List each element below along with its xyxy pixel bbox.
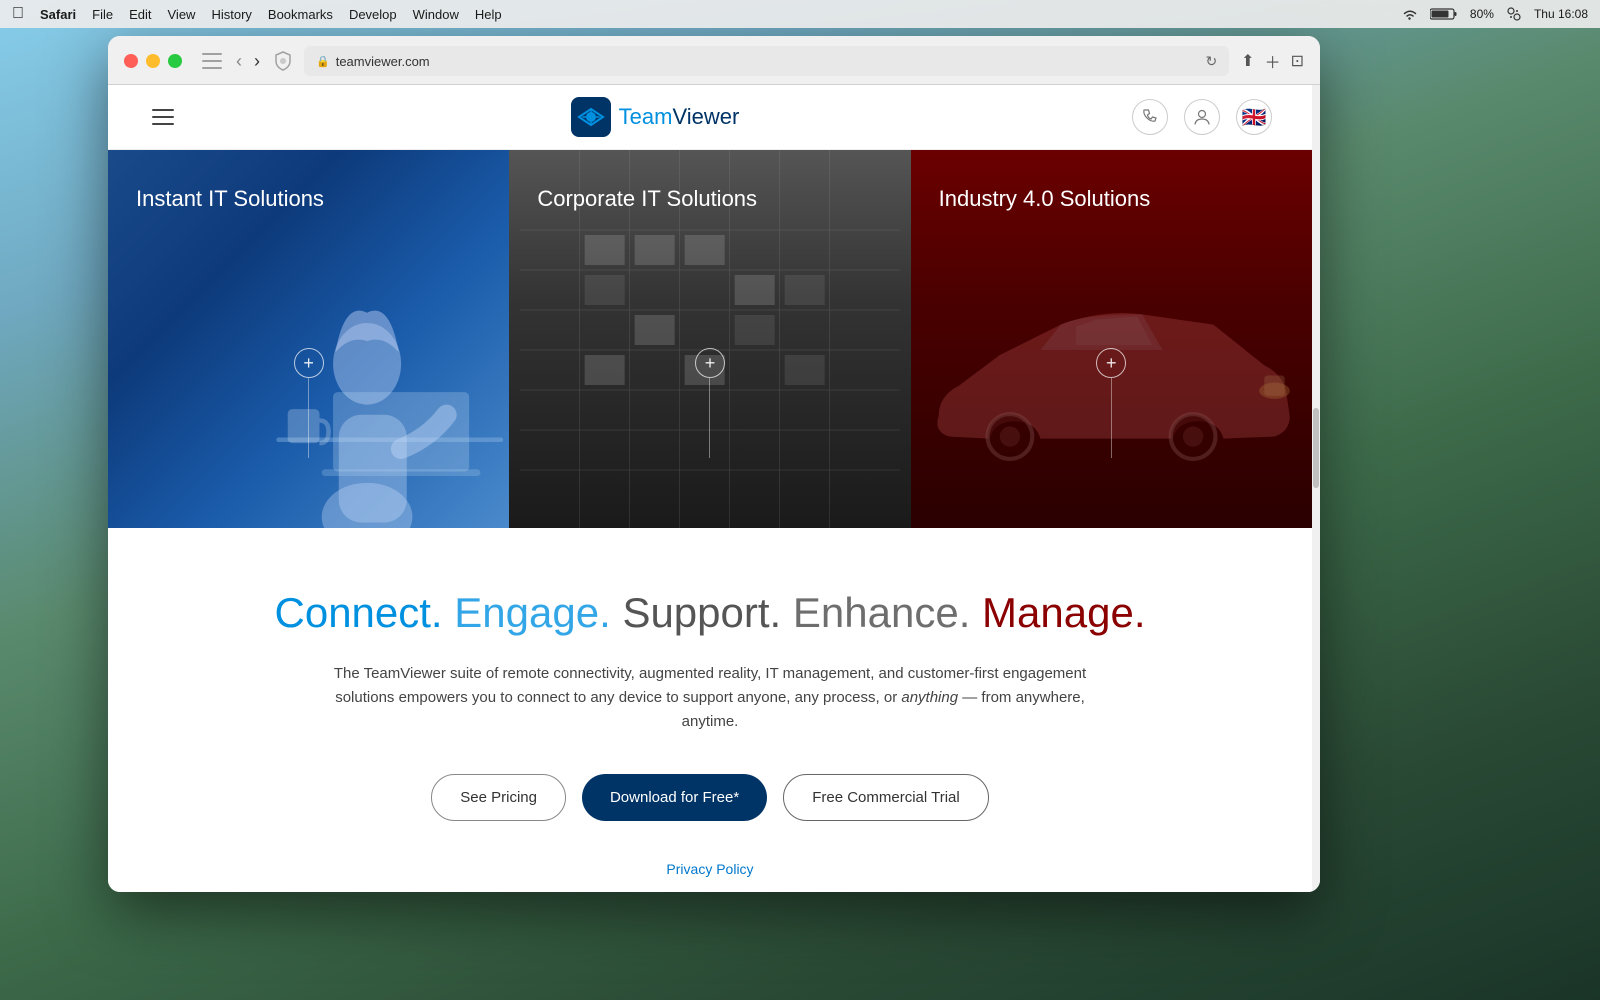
description-italic: anything <box>901 689 958 706</box>
shield-privacy-icon <box>274 51 292 71</box>
tv-logo-icon <box>571 97 611 137</box>
lock-icon: 🔒 <box>316 55 330 68</box>
clock: Thu 16:08 <box>1534 7 1588 21</box>
word-manage: Manage. <box>982 589 1145 636</box>
main-content-section: Connect. Engage. Support. Enhance. Manag… <box>108 528 1312 892</box>
description: The TeamViewer suite of remote connectiv… <box>330 662 1090 734</box>
toolbar-actions: ⬆ ＋ ⊡ <box>1241 49 1304 73</box>
word-support: Support. <box>622 589 781 636</box>
instant-it-title: Instant IT Solutions <box>136 186 481 212</box>
scrollbar-thumb[interactable] <box>1313 408 1319 488</box>
nav-buttons: ‹ › <box>234 52 262 70</box>
word-engage: Engage. <box>454 589 610 636</box>
control-center-icon <box>1506 6 1522 22</box>
content-wrapper: TeamViewer 🇬🇧 <box>108 85 1320 892</box>
plus-circle-icon: + <box>294 348 324 378</box>
menubar-edit[interactable]: Edit <box>129 7 151 22</box>
industry-40-card[interactable]: Industry 4.0 Solutions + <box>911 150 1312 528</box>
cta-buttons: See Pricing Download for Free* Free Comm… <box>188 774 1232 821</box>
headline: Connect. Engage. Support. Enhance. Manag… <box>188 588 1232 638</box>
safari-window: ‹ › 🔒 teamviewer.com ↻ ⬆ ＋ ⊡ <box>108 36 1320 892</box>
word-connect: Connect. <box>275 589 443 636</box>
plus-line-3 <box>1111 378 1112 458</box>
language-flag-icon[interactable]: 🇬🇧 <box>1236 99 1272 135</box>
logo-viewer: Viewer <box>672 104 739 129</box>
battery-icon <box>1430 7 1458 21</box>
menubar-file[interactable]: File <box>92 7 113 22</box>
logo-team: Team <box>619 104 673 129</box>
traffic-lights <box>124 54 182 68</box>
menubar:  Safari File Edit View History Bookmark… <box>0 0 1600 28</box>
word-enhance: Enhance. <box>793 589 970 636</box>
see-pricing-button[interactable]: See Pricing <box>431 774 566 821</box>
plus-line-2 <box>709 378 710 458</box>
header-actions: 🇬🇧 <box>1132 99 1272 135</box>
instant-it-plus[interactable]: + <box>294 348 324 458</box>
reload-button[interactable]: ↻ <box>1205 53 1217 70</box>
hamburger-menu[interactable] <box>148 105 178 129</box>
plus-circle-icon-3: + <box>1096 348 1126 378</box>
share-icon[interactable]: ⬆ <box>1241 51 1254 71</box>
minimize-button[interactable] <box>146 54 160 68</box>
menubar-history[interactable]: History <box>211 7 251 22</box>
industry-40-plus[interactable]: + <box>1096 348 1126 458</box>
corporate-it-card[interactable]: Corporate IT Solutions + <box>509 150 910 528</box>
instant-it-card[interactable]: Instant IT Solutions + <box>108 150 509 528</box>
menubar-bookmarks[interactable]: Bookmarks <box>268 7 333 22</box>
back-button[interactable]: ‹ <box>234 52 244 70</box>
url-text: teamviewer.com <box>336 54 430 69</box>
safari-content: TeamViewer 🇬🇧 <box>108 85 1312 892</box>
woman-silhouette <box>248 188 509 528</box>
teamviewer-logo: TeamViewer <box>571 97 740 137</box>
user-icon[interactable] <box>1184 99 1220 135</box>
scrollbar-track <box>1312 85 1320 892</box>
corporate-it-plus[interactable]: + <box>695 348 725 458</box>
address-bar[interactable]: 🔒 teamviewer.com ↻ <box>304 46 1229 76</box>
fullscreen-button[interactable] <box>168 54 182 68</box>
cards-section: Instant IT Solutions + <box>108 150 1312 528</box>
phone-icon[interactable] <box>1132 99 1168 135</box>
plus-circle-icon-2: + <box>695 348 725 378</box>
free-trial-button[interactable]: Free Commercial Trial <box>783 774 989 821</box>
industry-40-title: Industry 4.0 Solutions <box>939 186 1284 212</box>
download-free-button[interactable]: Download for Free* <box>582 774 767 821</box>
new-tab-icon[interactable]: ＋ <box>1265 49 1281 73</box>
corporate-it-title: Corporate IT Solutions <box>537 186 882 212</box>
tabs-icon[interactable]: ⊡ <box>1291 51 1304 71</box>
apple-menu[interactable]:  <box>12 5 24 23</box>
sidebar-toggle-button[interactable] <box>202 53 222 69</box>
forward-button[interactable]: › <box>252 52 262 70</box>
site-header: TeamViewer 🇬🇧 <box>108 85 1312 150</box>
menubar-develop[interactable]: Develop <box>349 7 397 22</box>
wifi-icon <box>1402 8 1418 20</box>
battery-percent: 80% <box>1470 7 1494 21</box>
desktop:  Safari File Edit View History Bookmark… <box>0 0 1600 1000</box>
close-button[interactable] <box>124 54 138 68</box>
safari-toolbar: ‹ › 🔒 teamviewer.com ↻ ⬆ ＋ ⊡ <box>108 36 1320 85</box>
privacy-policy-link[interactable]: Privacy Policy <box>666 861 753 877</box>
menubar-view[interactable]: View <box>168 7 196 22</box>
plus-line <box>308 378 309 458</box>
menubar-help[interactable]: Help <box>475 7 502 22</box>
menubar-window[interactable]: Window <box>413 7 459 22</box>
logo-text: TeamViewer <box>619 104 740 130</box>
menubar-safari[interactable]: Safari <box>40 7 76 22</box>
